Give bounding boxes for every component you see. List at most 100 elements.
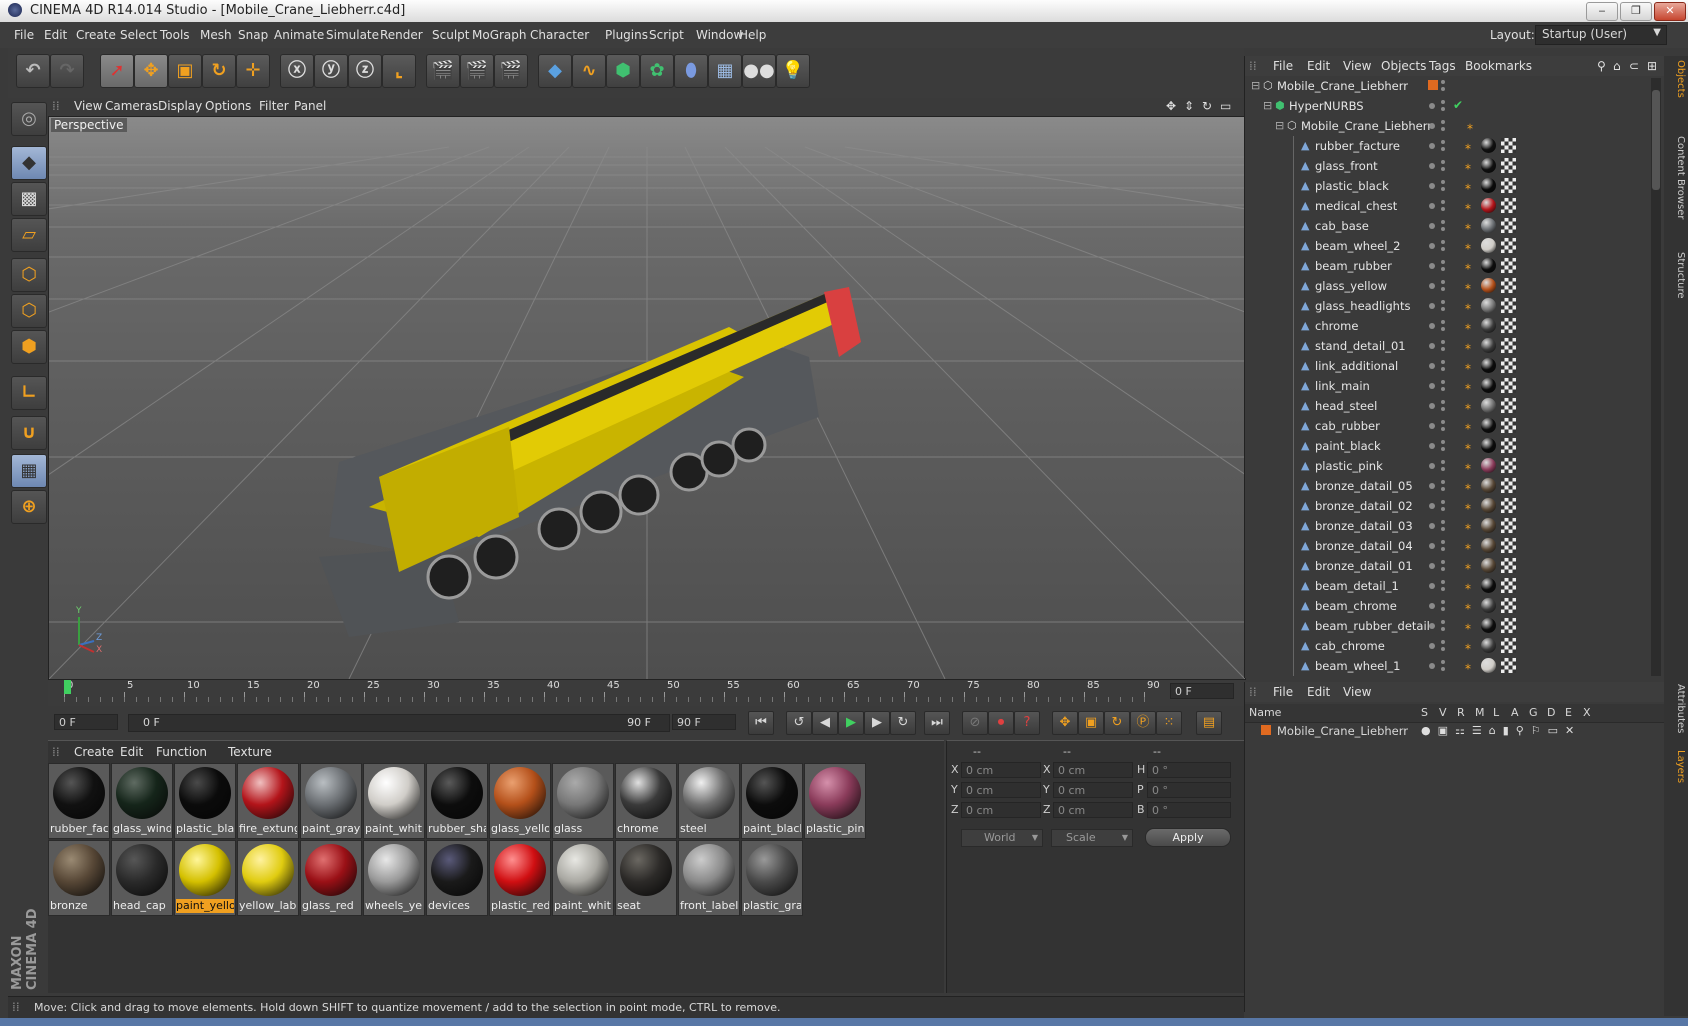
visibility-editor-dot-icon[interactable]: [1441, 420, 1445, 424]
size-field[interactable]: 0 cm: [1053, 762, 1133, 778]
object-row[interactable]: ▲ bronze_datail_02 ⁎: [1245, 496, 1645, 516]
visibility-dot-icon[interactable]: [1429, 223, 1435, 229]
object-row[interactable]: ▲ bronze_datail_03 ⁎: [1245, 516, 1645, 536]
tab-structure[interactable]: Structure: [1666, 252, 1686, 299]
position-field[interactable]: 0 cm: [961, 762, 1041, 778]
visibility-editor-dot-icon[interactable]: [1441, 440, 1445, 444]
visibility-editor-dot-icon[interactable]: [1441, 380, 1445, 384]
visibility-editor-dot-icon[interactable]: [1441, 360, 1445, 364]
render-picture-viewer-button[interactable]: 🎬: [460, 54, 494, 88]
viewport-menu-cameras[interactable]: Cameras: [105, 99, 158, 113]
material-tag-icon[interactable]: [1481, 458, 1496, 473]
visibility-editor-dot-icon[interactable]: [1441, 480, 1445, 484]
lock-z-button[interactable]: ⓩ: [348, 54, 382, 88]
object-row[interactable]: ▲ bronze_datail_05 ⁎: [1245, 476, 1645, 496]
polygons-mode-button[interactable]: ⬢: [11, 330, 47, 364]
search-icon[interactable]: ⚲: [1597, 59, 1606, 73]
close-button[interactable]: ✕: [1654, 2, 1686, 21]
minimize-button[interactable]: ‒: [1586, 2, 1618, 21]
object-menu-edit[interactable]: Edit: [1307, 59, 1330, 73]
make-editable-button[interactable]: ◎: [11, 102, 47, 136]
visibility-render-dot-icon[interactable]: [1441, 427, 1445, 431]
visibility-render-dot-icon[interactable]: [1441, 147, 1445, 151]
visibility-editor-dot-icon[interactable]: [1441, 240, 1445, 244]
material-tag-icon[interactable]: [1481, 598, 1496, 613]
viewport-zoom-icon[interactable]: ⇕: [1184, 99, 1194, 113]
layer-column-s[interactable]: S: [1421, 706, 1428, 719]
collapse-toggle-icon[interactable]: ⊟: [1263, 99, 1272, 112]
material-tag-icon[interactable]: [1481, 618, 1496, 633]
menu-create[interactable]: Create: [76, 28, 116, 42]
object-row[interactable]: ▲ glass_front ⁎: [1245, 156, 1645, 176]
object-row[interactable]: ▲ beam_rubber ⁎: [1245, 256, 1645, 276]
visibility-editor-dot-icon[interactable]: [1441, 600, 1445, 604]
object-menu-objects[interactable]: Objects: [1381, 59, 1426, 73]
material-swatch[interactable]: paint_black: [741, 763, 803, 839]
visibility-dot-icon[interactable]: [1429, 543, 1435, 549]
spline-button[interactable]: ∿: [572, 54, 606, 88]
phong-tag-icon[interactable]: ⁎: [1465, 638, 1471, 652]
phong-tag-icon[interactable]: ⁎: [1465, 438, 1471, 452]
back-icon[interactable]: ⊂: [1629, 59, 1639, 73]
material-swatch[interactable]: glass_yello: [489, 763, 551, 839]
material-tag-icon[interactable]: [1481, 558, 1496, 573]
object-row[interactable]: ⊟ ⬢ HyperNURBS ✔: [1245, 96, 1645, 116]
visibility-editor-dot-icon[interactable]: [1441, 500, 1445, 504]
edges-mode-button[interactable]: ⬡: [11, 294, 47, 328]
start-frame-field[interactable]: 0 F: [54, 714, 118, 730]
visibility-dot-icon[interactable]: [1429, 203, 1435, 209]
visibility-render-dot-icon[interactable]: [1441, 407, 1445, 411]
visibility-render-dot-icon[interactable]: [1441, 307, 1445, 311]
material-swatch[interactable]: paint_gray: [300, 763, 362, 839]
uvw-tag-icon[interactable]: [1501, 418, 1516, 433]
uvw-tag-icon[interactable]: [1501, 518, 1516, 533]
menu-mesh[interactable]: Mesh: [200, 28, 232, 42]
visibility-editor-dot-icon[interactable]: [1441, 120, 1445, 124]
cube-object-button[interactable]: ◆: [538, 54, 572, 88]
visibility-dot-icon[interactable]: [1429, 423, 1435, 429]
camera-button[interactable]: ●●: [742, 54, 776, 88]
visibility-editor-dot-icon[interactable]: [1441, 280, 1445, 284]
object-row[interactable]: ▲ cab_chrome ⁎: [1245, 636, 1645, 656]
material-swatch[interactable]: plastic_gra: [741, 840, 803, 916]
play-button[interactable]: ▶: [838, 711, 864, 735]
menu-sculpt[interactable]: Sculpt: [432, 28, 469, 42]
material-swatch[interactable]: rubber_sha: [426, 763, 488, 839]
visibility-editor-dot-icon[interactable]: [1441, 220, 1445, 224]
floor-button[interactable]: ▦: [708, 54, 742, 88]
render-settings-button[interactable]: 🎬: [494, 54, 528, 88]
visibility-render-dot-icon[interactable]: [1441, 87, 1445, 91]
snap-settings-button[interactable]: ⊕: [11, 490, 47, 524]
material-tag-icon[interactable]: [1481, 378, 1496, 393]
uvw-tag-icon[interactable]: [1501, 338, 1516, 353]
viewport-menu-view[interactable]: View: [74, 99, 102, 113]
visibility-dot-icon[interactable]: [1429, 523, 1435, 529]
uvw-tag-icon[interactable]: [1501, 278, 1516, 293]
visibility-render-dot-icon[interactable]: [1441, 267, 1445, 271]
material-swatch[interactable]: bronze: [48, 840, 110, 916]
visibility-editor-dot-icon[interactable]: [1441, 660, 1445, 664]
enabled-check-icon[interactable]: ✔: [1453, 98, 1463, 112]
material-tag-icon[interactable]: [1481, 418, 1496, 433]
material-swatch[interactable]: rubber_fac: [48, 763, 110, 839]
visibility-dot-icon[interactable]: [1429, 303, 1435, 309]
material-swatch[interactable]: glass_red: [300, 840, 362, 916]
prev-frame-button[interactable]: ◀: [812, 711, 838, 735]
uvw-tag-icon[interactable]: [1501, 298, 1516, 313]
timeline-playhead[interactable]: [64, 680, 71, 694]
layer-column-d[interactable]: D: [1547, 706, 1555, 719]
model-mode-button[interactable]: ◆: [11, 146, 47, 180]
object-row[interactable]: ▲ glass_yellow ⁎: [1245, 276, 1645, 296]
phong-tag-icon[interactable]: ⁎: [1465, 618, 1471, 632]
rotation-key-button[interactable]: ↻: [1104, 711, 1130, 735]
layer-menu-file[interactable]: File: [1273, 685, 1293, 699]
layer-column-l[interactable]: L: [1493, 706, 1499, 719]
size-mode-select[interactable]: Scale ▼: [1051, 829, 1133, 847]
visibility-render-dot-icon[interactable]: [1441, 567, 1445, 571]
parameter-key-button[interactable]: Ⓟ: [1130, 711, 1156, 735]
menu-character[interactable]: Character: [530, 28, 589, 42]
material-swatch[interactable]: plastic_bla: [174, 763, 236, 839]
frame-range-slider[interactable]: 0 F 90 F: [128, 714, 670, 732]
current-frame-field[interactable]: 0 F: [1170, 683, 1234, 699]
object-row[interactable]: ▲ beam_wheel_2 ⁎: [1245, 236, 1645, 256]
